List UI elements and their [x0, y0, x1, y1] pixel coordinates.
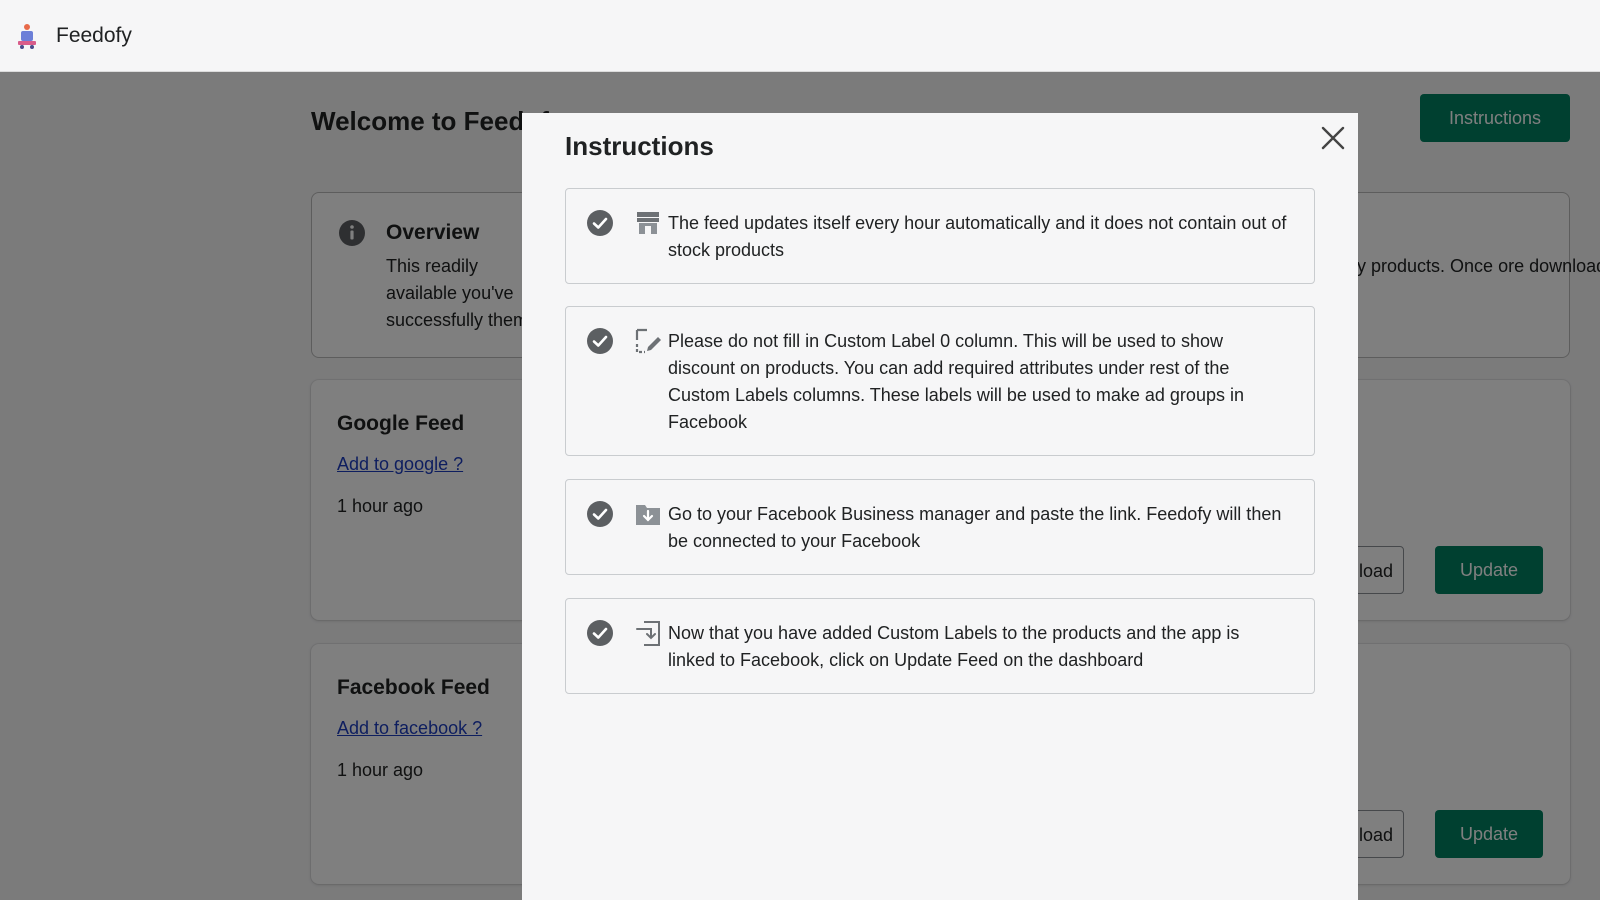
app-name: Feedofy	[56, 23, 132, 47]
check-circle-icon	[587, 328, 613, 354]
check-circle-icon	[587, 501, 613, 527]
instruction-item: Now that you have added Custom Labels to…	[565, 598, 1315, 694]
instruction-text: Please do not fill in Custom Label 0 col…	[668, 331, 1244, 432]
instruction-item: Go to your Facebook Business manager and…	[565, 479, 1315, 575]
check-circle-icon	[587, 210, 613, 236]
instruction-text: Go to your Facebook Business manager and…	[668, 504, 1282, 551]
edit-label-icon	[635, 328, 661, 354]
download-folder-icon	[636, 505, 660, 525]
feedofy-logo-icon	[18, 23, 36, 49]
top-bar: Feedofy	[0, 0, 1600, 72]
instruction-text: The feed updates itself every hour autom…	[668, 213, 1287, 260]
instruction-item: Please do not fill in Custom Label 0 col…	[565, 306, 1315, 456]
close-icon[interactable]	[1318, 123, 1348, 153]
instruction-item: The feed updates itself every hour autom…	[565, 188, 1315, 284]
instructions-modal: Instructions The feed updates itself eve…	[522, 113, 1358, 900]
modal-title: Instructions	[565, 131, 714, 161]
store-icon	[637, 212, 659, 234]
import-icon	[636, 621, 660, 646]
instruction-text: Now that you have added Custom Labels to…	[668, 623, 1240, 670]
check-circle-icon	[587, 620, 613, 646]
